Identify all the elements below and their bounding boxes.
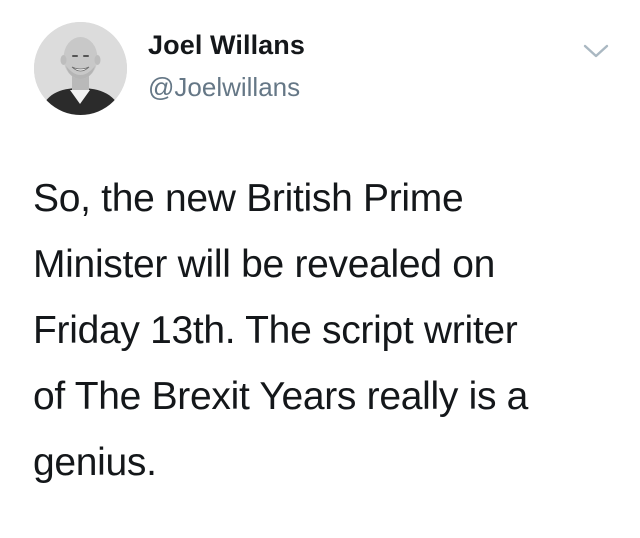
tweet-text-line: Friday 13th. The script writer [33,309,518,352]
tweet-text: So, the new British Prime Minister will … [33,166,623,496]
tweet-menu-button[interactable] [582,42,610,60]
author-display-name[interactable]: Joel Willans [148,30,305,61]
chevron-down-icon [583,44,609,58]
tweet-text-line: So, the new British Prime [33,177,464,220]
tweet-text-line: of The Brexit Years really is a [33,375,529,418]
tweet-text-line: Minister will be revealed on [33,243,495,286]
tweet-text-line: genius. [33,441,157,484]
avatar-photo-icon [34,22,127,115]
author-avatar[interactable] [34,22,127,115]
tweet-card: Joel Willans @Joelwillans So, the new Br… [0,0,640,538]
author-handle[interactable]: @Joelwillans [148,72,300,103]
